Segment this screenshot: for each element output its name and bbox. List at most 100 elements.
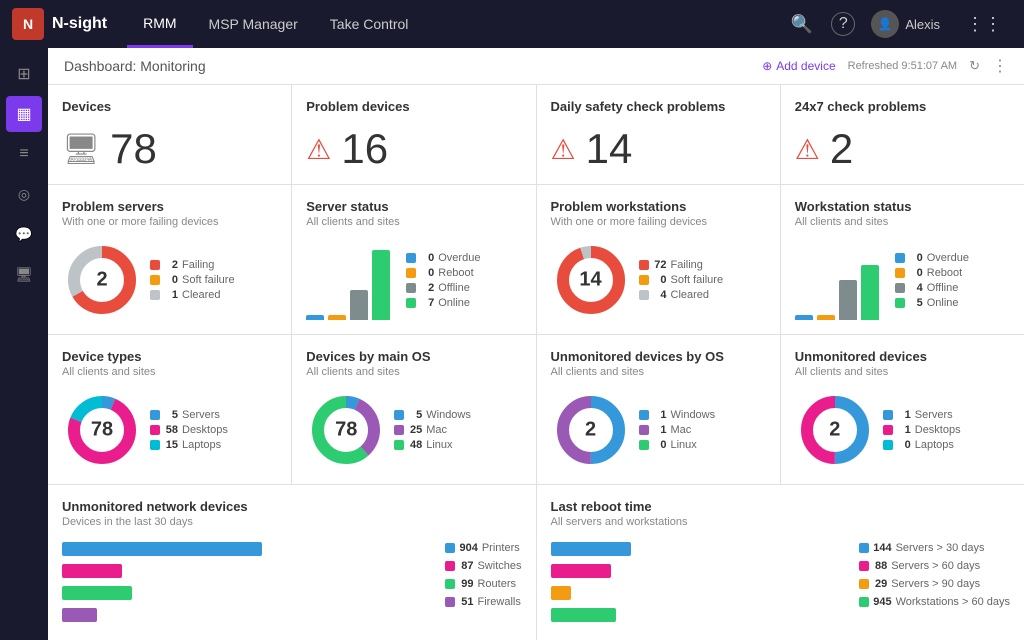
add-device-button[interactable]: ⊕ Add device bbox=[762, 59, 835, 73]
help-icon[interactable]: ? bbox=[831, 12, 855, 36]
legend-color bbox=[150, 440, 160, 450]
unmonitored-by-os-subtitle: All clients and sites bbox=[551, 366, 766, 378]
legend-label: Routers bbox=[477, 578, 516, 590]
legend-count: 58 bbox=[164, 424, 178, 436]
legend-color bbox=[639, 440, 649, 450]
legend-count: 1 bbox=[653, 424, 667, 436]
bar-online bbox=[861, 265, 879, 320]
legend-label: Cleared bbox=[671, 289, 710, 301]
device-types-legend: 5 Servers 58 Desktops 15 Laptops bbox=[150, 409, 277, 451]
legend-count: 1 bbox=[897, 424, 911, 436]
bar-ws60days bbox=[551, 608, 616, 622]
devices-by-os-subtitle: All clients and sites bbox=[306, 366, 521, 378]
dashboard-actions: ⊕ Add device Refreshed 9:51:07 AM ↻ ⋮ bbox=[762, 56, 1008, 76]
legend-label: Linux bbox=[426, 439, 452, 451]
legend-label: Servers bbox=[182, 409, 220, 421]
legend-item: 0 Soft failure bbox=[639, 274, 766, 286]
legend-color bbox=[150, 410, 160, 420]
legend-label: Desktops bbox=[915, 424, 961, 436]
legend-color bbox=[639, 290, 649, 300]
check247-value: 2 bbox=[830, 128, 853, 170]
legend-color bbox=[150, 260, 160, 270]
devices-value: 78 bbox=[110, 128, 157, 170]
legend-color bbox=[639, 410, 649, 420]
legend-count: 144 bbox=[873, 542, 891, 554]
legend-item: 1 Windows bbox=[639, 409, 766, 421]
legend-item: 0 Reboot bbox=[406, 267, 521, 279]
sidebar-item-chat[interactable]: 💬 bbox=[6, 216, 42, 252]
legend-label: Reboot bbox=[927, 267, 962, 279]
problem-workstations-center: 14 bbox=[579, 269, 601, 292]
user-menu[interactable]: 👤 Alexis bbox=[863, 10, 948, 38]
problem-devices-card: Problem devices ⚠ 16 bbox=[292, 85, 535, 184]
nav-link-rmm[interactable]: RMM bbox=[127, 0, 192, 48]
legend-color bbox=[859, 561, 869, 571]
legend-item: 1 Servers bbox=[883, 409, 1010, 421]
bar-col bbox=[817, 315, 835, 320]
workstation-status-legend: 0 Overdue 0 Reboot 4 Offline bbox=[895, 252, 1010, 309]
dashboard-grid: Devices 🖥 78 Problem devices ⚠ 16 Daily … bbox=[48, 85, 1024, 640]
last-reboot-chart-area: 144 Servers > 30 days 88 Servers > 60 da… bbox=[551, 542, 1011, 630]
bar-overdue bbox=[795, 315, 813, 320]
legend-item: 88 Servers > 60 days bbox=[859, 560, 1010, 572]
server-status-chart: 0 Overdue 0 Reboot 2 Offline bbox=[306, 240, 521, 320]
refresh-icon[interactable]: ↻ bbox=[969, 58, 980, 74]
bar-offline bbox=[839, 280, 857, 320]
legend-label: Cleared bbox=[182, 289, 221, 301]
alert-icon-problem: ⚠ bbox=[306, 133, 331, 166]
devices-by-os-card: Devices by main OS All clients and sites bbox=[292, 335, 535, 484]
legend-item: 58 Desktops bbox=[150, 424, 277, 436]
unmonitored-network-card: Unmonitored network devices Devices in t… bbox=[48, 485, 536, 640]
legend-count: 51 bbox=[459, 596, 473, 608]
legend-color bbox=[895, 283, 905, 293]
alert-icon-daily: ⚠ bbox=[551, 133, 576, 166]
bar-row bbox=[62, 608, 433, 626]
legend-count: 4 bbox=[909, 282, 923, 294]
nav-link-takecontrol[interactable]: Take Control bbox=[314, 0, 425, 48]
legend-count: 0 bbox=[909, 267, 923, 279]
unmonitored-network-subtitle: Devices in the last 30 days bbox=[62, 516, 522, 528]
sidebar-item-dashboard[interactable]: ▦ bbox=[6, 96, 42, 132]
nav-link-msp[interactable]: MSP Manager bbox=[193, 0, 314, 48]
legend-item: 5 Online bbox=[895, 297, 1010, 309]
workstation-status-bars bbox=[795, 240, 879, 320]
bar-row bbox=[551, 586, 848, 604]
legend-item: 1 Cleared bbox=[150, 289, 277, 301]
more-options-icon[interactable]: ⋮ bbox=[992, 56, 1008, 76]
search-icon[interactable]: 🔍 bbox=[781, 14, 823, 35]
legend-count: 904 bbox=[459, 542, 477, 554]
bar-row bbox=[62, 564, 433, 582]
problem-workstations-subtitle: With one or more failing devices bbox=[551, 216, 766, 228]
legend-label: Printers bbox=[482, 542, 520, 554]
problem-workstations-title: Problem workstations bbox=[551, 199, 766, 214]
sidebar-item-list[interactable]: ≡ bbox=[6, 136, 42, 172]
sidebar-item-network[interactable]: ◎ bbox=[6, 176, 42, 212]
unmonitored-network-bars bbox=[62, 542, 433, 630]
bar-row bbox=[62, 542, 433, 560]
legend-label: Workstations > 60 days bbox=[896, 596, 1010, 608]
legend-item: 99 Routers bbox=[445, 578, 521, 590]
device-types-donut: 78 bbox=[62, 390, 142, 470]
legend-color bbox=[883, 440, 893, 450]
legend-count: 0 bbox=[420, 252, 434, 264]
server-status-subtitle: All clients and sites bbox=[306, 216, 521, 228]
legend-color bbox=[406, 283, 416, 293]
devices-by-os-title: Devices by main OS bbox=[306, 349, 521, 364]
unmonitored-devices-subtitle: All clients and sites bbox=[795, 366, 1010, 378]
device-types-card: Device types All clients and sites bbox=[48, 335, 291, 484]
problem-workstations-legend: 72 Failing 0 Soft failure 4 Cleared bbox=[639, 259, 766, 301]
legend-label: Online bbox=[927, 297, 959, 309]
legend-label: Servers > 30 days bbox=[896, 542, 985, 554]
legend-item: 4 Offline bbox=[895, 282, 1010, 294]
legend-color bbox=[394, 440, 404, 450]
bar-row bbox=[551, 608, 848, 626]
legend-color bbox=[406, 268, 416, 278]
sidebar-item-layers[interactable]: ⊞ bbox=[6, 56, 42, 92]
sidebar-item-monitor[interactable]: 🖥 bbox=[6, 256, 42, 292]
bar-col bbox=[306, 315, 324, 320]
grid-icon[interactable]: ⋮⋮ bbox=[956, 14, 1012, 35]
device-types-subtitle: All clients and sites bbox=[62, 366, 277, 378]
unmonitored-devices-card: Unmonitored devices All clients and site… bbox=[781, 335, 1024, 484]
last-reboot-bars bbox=[551, 542, 848, 630]
legend-count: 7 bbox=[420, 297, 434, 309]
